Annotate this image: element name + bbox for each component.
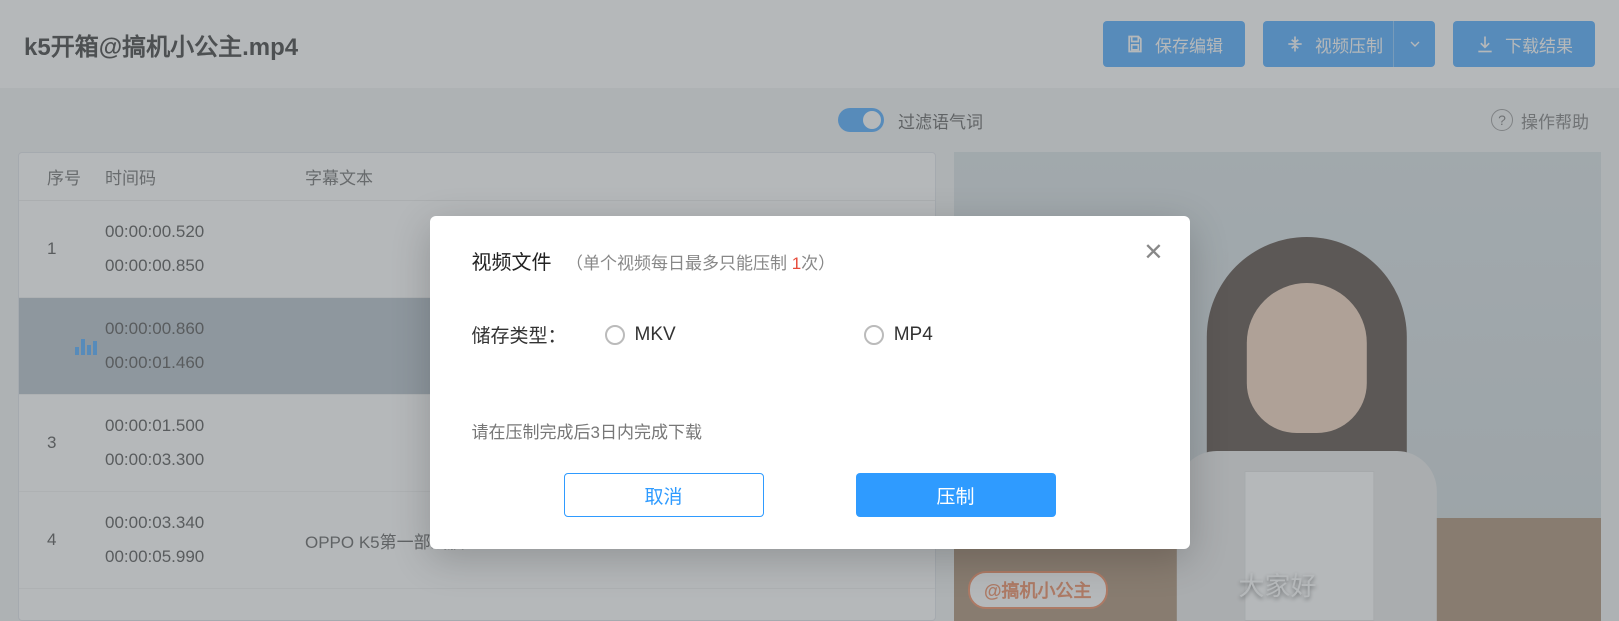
cancel-button[interactable]: 取消 <box>564 473 764 517</box>
modal-overlay[interactable]: ✕ 视频文件 （单个视频每日最多只能压制 1次） 储存类型： MKV MP4 请… <box>0 0 1619 621</box>
radio-mkv-label: MKV <box>635 324 676 346</box>
modal-note: 请在压制完成后3日内完成下载 <box>472 418 1148 443</box>
modal-title: 视频文件 <box>472 246 552 275</box>
close-icon[interactable]: ✕ <box>1143 238 1163 267</box>
radio-mp4[interactable]: MP4 <box>864 324 933 346</box>
modal-subtitle: （单个视频每日最多只能压制 1次） <box>566 254 835 273</box>
compress-modal: ✕ 视频文件 （单个视频每日最多只能压制 1次） 储存类型： MKV MP4 请… <box>430 216 1190 549</box>
modal-subtitle-suffix: 次） <box>801 254 835 273</box>
radio-mp4-label: MP4 <box>894 324 933 346</box>
radio-mkv[interactable]: MKV <box>605 324 676 346</box>
radio-icon <box>864 325 884 345</box>
storage-type-label: 储存类型： <box>472 321 567 348</box>
modal-subtitle-prefix: （单个视频每日最多只能压制 <box>566 254 792 273</box>
storage-type-row: 储存类型： MKV MP4 <box>472 321 1148 348</box>
radio-icon <box>605 325 625 345</box>
confirm-button[interactable]: 压制 <box>856 473 1056 517</box>
modal-subtitle-count: 1 <box>792 254 801 273</box>
modal-buttons: 取消 压制 <box>472 473 1148 517</box>
